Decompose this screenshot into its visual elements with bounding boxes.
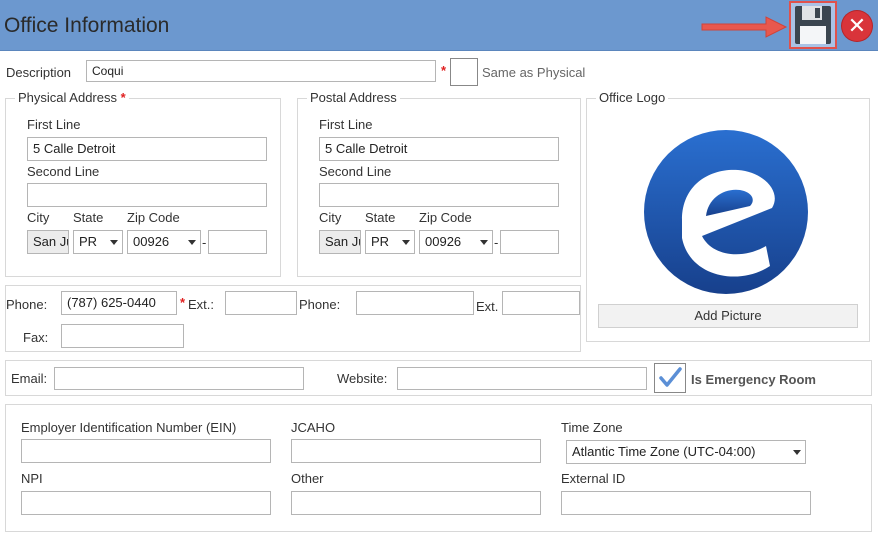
physical-first-line-input[interactable]: 5 Calle Detroit [27,137,267,161]
ext-input[interactable] [225,291,297,315]
other-input[interactable] [291,491,541,515]
physical-zip-select[interactable]: 00926 [127,230,201,254]
postal-zip-ext-input[interactable] [500,230,559,254]
physical-city-label: City [27,210,50,225]
postal-first-line-label: First Line [319,117,373,132]
phone2-input[interactable] [356,291,474,315]
add-picture-button[interactable]: Add Picture [598,304,858,328]
postal-second-line-label: Second Line [319,164,392,179]
postal-state-select[interactable]: PR [365,230,415,254]
postal-zip-value: 00926 [425,234,462,249]
phone-label: Phone: [6,297,48,312]
jcaho-label: JCAHO [291,420,336,435]
phone2-label: Phone: [299,297,341,312]
arrow-pointer-icon [701,16,788,38]
fax-label: Fax: [23,330,49,345]
physical-state-label: State [73,210,104,225]
fax-input[interactable] [61,324,184,348]
chevron-down-icon [402,240,410,245]
same-as-physical-label: Same as Physical [482,65,586,80]
physical-second-line-label: Second Line [27,164,100,179]
external-id-input[interactable] [561,491,811,515]
window-title: Office Information [4,14,170,37]
close-button[interactable]: ✕ [842,11,872,41]
office-logo-image [644,130,808,294]
office-logo-legend: Office Logo [596,90,669,105]
email-label: Email: [11,371,48,386]
chevron-down-icon [480,240,488,245]
save-button[interactable] [789,1,837,49]
ext2-input[interactable] [502,291,580,315]
postal-state-label: State [365,210,396,225]
phone-input[interactable]: (787) 625-0440 [61,291,177,315]
physical-zip-ext-input[interactable] [208,230,267,254]
same-as-physical-checkbox[interactable] [450,58,478,86]
physical-zip-label: Zip Code [127,210,180,225]
postal-second-line-input[interactable] [319,183,559,207]
close-icon: ✕ [847,13,867,38]
required-mark: * [441,63,447,78]
npi-input[interactable] [21,491,271,515]
time-zone-select[interactable]: Atlantic Time Zone (UTC-04:00) [566,440,806,464]
physical-city-input[interactable]: San Ju [27,230,69,254]
ext-label: Ext.: [188,297,215,312]
physical-second-line-input[interactable] [27,183,267,207]
physical-address-legend: Physical Address * [15,90,129,105]
ein-label: Employer Identification Number (EIN) [21,420,237,435]
postal-address-legend: Postal Address [307,90,400,105]
physical-zip-value: 00926 [133,234,170,249]
emergency-room-checkbox[interactable] [654,363,686,393]
postal-city-label: City [319,210,342,225]
postal-state-value: PR [371,234,390,249]
chevron-down-icon [793,450,801,455]
postal-city-input[interactable]: San Ju [319,230,361,254]
floppy-disk-icon [795,6,831,44]
physical-state-select[interactable]: PR [73,230,123,254]
checkmark-icon [659,367,682,387]
chevron-down-icon [110,240,118,245]
physical-first-line-label: First Line [27,117,81,132]
email-input[interactable] [54,367,304,390]
description-input[interactable]: Coqui [86,60,436,82]
postal-zip-label: Zip Code [419,210,472,225]
emergency-room-label: Is Emergency Room [691,372,816,387]
phone-required-mark: * [180,295,186,310]
website-label: Website: [337,371,388,386]
physical-zip-dash: - [202,235,207,250]
ext2-label: Ext. [476,299,499,314]
external-id-label: External ID [561,471,626,486]
postal-zip-dash: - [494,235,499,250]
npi-label: NPI [21,471,43,486]
other-label: Other [291,471,324,486]
chevron-down-icon [188,240,196,245]
time-zone-label: Time Zone [561,420,623,435]
physical-state-value: PR [79,234,98,249]
description-label: Description [6,65,72,80]
website-input[interactable] [397,367,647,390]
jcaho-input[interactable] [291,439,541,463]
time-zone-value: Atlantic Time Zone (UTC-04:00) [572,444,756,459]
postal-zip-select[interactable]: 00926 [419,230,493,254]
postal-first-line-input[interactable]: 5 Calle Detroit [319,137,559,161]
ein-input[interactable] [21,439,271,463]
